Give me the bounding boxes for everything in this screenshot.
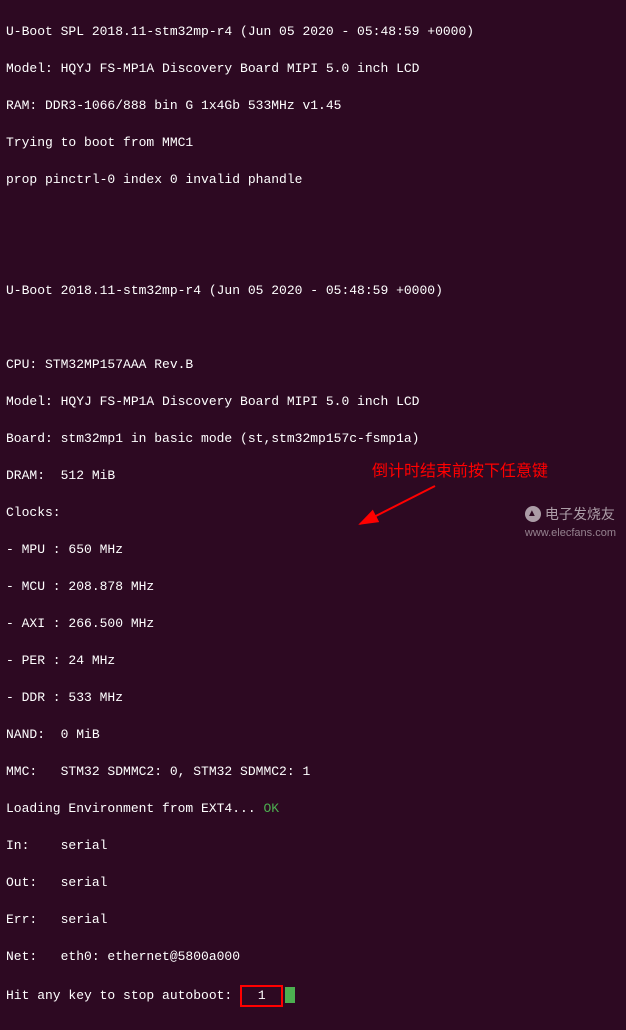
boot-line: Trying to boot from MMC1 xyxy=(6,134,620,153)
autoboot-countdown: 1 xyxy=(240,985,283,1008)
watermark-brand: 电子发烧友 xyxy=(545,505,615,524)
boot-line: Net: eth0: ethernet@5800a000 xyxy=(6,948,620,967)
boot-line: Model: HQYJ FS-MP1A Discovery Board MIPI… xyxy=(6,60,620,79)
boot-line: - MCU : 208.878 MHz xyxy=(6,578,620,597)
boot-line: Err: serial xyxy=(6,911,620,930)
cursor-icon xyxy=(285,987,295,1003)
ok-status: OK xyxy=(263,801,279,816)
boot-line: - DDR : 533 MHz xyxy=(6,689,620,708)
blank-line xyxy=(6,319,620,338)
boot-line: CPU: STM32MP157AAA Rev.B xyxy=(6,356,620,375)
boot-line: Model: HQYJ FS-MP1A Discovery Board MIPI… xyxy=(6,393,620,412)
boot-line: - PER : 24 MHz xyxy=(6,652,620,671)
watermark-url: www.elecfans.com xyxy=(525,524,616,543)
boot-line: prop pinctrl-0 index 0 invalid phandle xyxy=(6,171,620,190)
boot-line: RAM: DDR3-1066/888 bin G 1x4Gb 533MHz v1… xyxy=(6,97,620,116)
boot-line: Board: stm32mp1 in basic mode (st,stm32m… xyxy=(6,430,620,449)
boot-line: U-Boot 2018.11-stm32mp-r4 (Jun 05 2020 -… xyxy=(6,282,620,301)
autoboot-prefix: Hit any key to stop autoboot: xyxy=(6,988,240,1003)
boot-line: Out: serial xyxy=(6,874,620,893)
autoboot-line[interactable]: Hit any key to stop autoboot: 1 xyxy=(6,985,620,1008)
watermark-logo-icon xyxy=(525,506,541,522)
blank-line xyxy=(6,245,620,264)
boot-line: NAND: 0 MiB xyxy=(6,726,620,745)
watermark: 电子发烧友 www.elecfans.com xyxy=(525,505,616,542)
boot-line: In: serial xyxy=(6,837,620,856)
boot-line: MMC: STM32 SDMMC2: 0, STM32 SDMMC2: 1 xyxy=(6,763,620,782)
annotation-text: 倒计时结束前按下任意键 xyxy=(372,463,548,482)
loading-env-text: Loading Environment from EXT4... xyxy=(6,801,263,816)
boot-line: - AXI : 266.500 MHz xyxy=(6,615,620,634)
boot-line: U-Boot SPL 2018.11-stm32mp-r4 (Jun 05 20… xyxy=(6,23,620,42)
blank-line xyxy=(6,208,620,227)
boot-line: Loading Environment from EXT4... OK xyxy=(6,800,620,819)
